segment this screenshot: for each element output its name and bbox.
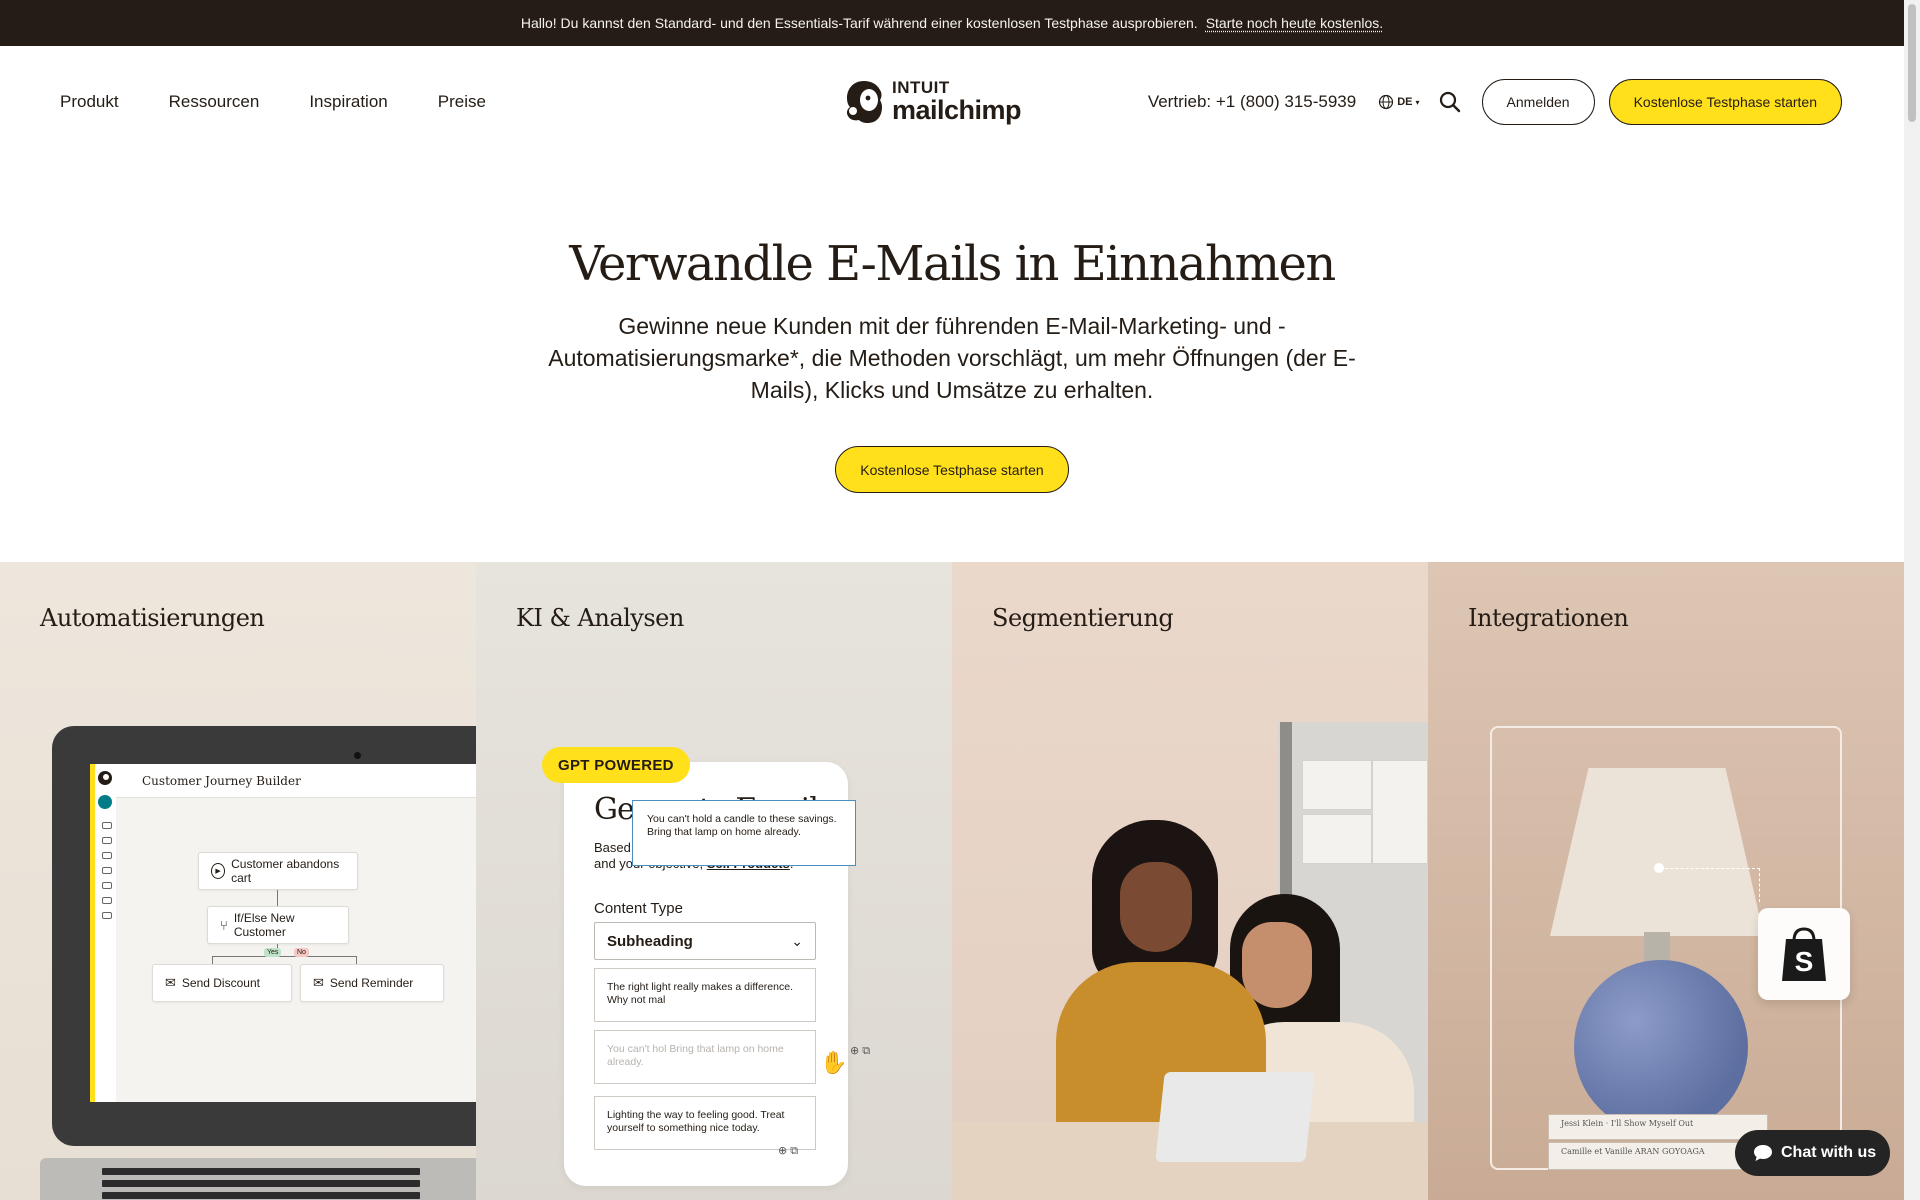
svg-text:S: S: [1795, 946, 1814, 977]
hand-cursor-icon: ✋: [820, 1050, 848, 1075]
gpt-powered-badge: GPT POWERED: [542, 747, 690, 783]
site-header: Produkt Ressourcen Inspiration Preise IN…: [0, 46, 1904, 158]
nav-item-ressourcen[interactable]: Ressourcen: [169, 92, 260, 112]
header-actions: Vertrieb: +1 (800) 315-5939 DE ▾ Anmelde…: [1148, 46, 1842, 158]
person-illustration: [1242, 922, 1312, 1008]
logo-mailchimp: mailchimp: [892, 94, 1022, 125]
chat-button[interactable]: Chat with us: [1735, 1130, 1891, 1176]
laptop-illustration: [1155, 1072, 1315, 1162]
suggestion-option: You can't hol Bring that lamp on home al…: [594, 1030, 816, 1084]
feature-tiles: Automatisierungen Customer Journey Build…: [0, 562, 1904, 1200]
connector-line: [1660, 868, 1760, 902]
tile-ki-analysen[interactable]: KI & Analysen Generate Email Based on yo…: [476, 562, 952, 1200]
send-reminder-label: Send Reminder: [329, 976, 414, 990]
connector-line: [356, 956, 357, 964]
hero-section: Verwandle E-Mails in Einnahmen Gewinne n…: [0, 158, 1904, 493]
journey-builder-screen: Customer Journey Builder ▶ Customer aban…: [90, 764, 476, 1102]
connector-line: [277, 890, 278, 906]
book-spine: Jessi Klein · I'll Show Myself Out: [1548, 1114, 1768, 1140]
nav-item-produkt[interactable]: Produkt: [60, 92, 119, 112]
pencil-icon: [98, 795, 112, 809]
journey-sidebar: [90, 764, 116, 1102]
condition-node: ⑂ If/Else New Customer: [207, 906, 349, 944]
language-code: DE: [1397, 96, 1413, 108]
laptop-camera: [354, 752, 361, 759]
envelope-icon: ✉: [313, 975, 324, 990]
lamp-illustration: [1574, 960, 1748, 1134]
suggestion-option: Lighting the way to feeling good. Treat …: [594, 1096, 816, 1150]
yes-pill: Yes: [264, 948, 282, 957]
shopify-bag-icon: S: [1782, 927, 1826, 981]
tile-title: Automatisierungen: [40, 604, 265, 632]
connector-line: [212, 956, 213, 964]
sidebar-icon: [102, 852, 112, 859]
nav-item-preise[interactable]: Preise: [438, 92, 486, 112]
popover-actions-icon: ⊕ ⧉: [850, 1045, 871, 1057]
globe-icon: [1379, 94, 1394, 110]
branch-icon: ⑂: [220, 917, 228, 933]
freddie-icon: [846, 81, 882, 123]
logo-intuit: INTUIT: [892, 77, 950, 97]
content-type-select: Subheading ⌄: [594, 922, 816, 960]
shopify-icon: S: [1758, 908, 1850, 1000]
person-illustration: [1120, 862, 1192, 952]
trigger-node: ▶ Customer abandons cart: [198, 852, 358, 890]
tile-segmentierung[interactable]: Segmentierung: [952, 562, 1428, 1200]
shelf-box: [1372, 760, 1428, 864]
sidebar-icon: [102, 837, 112, 844]
announcement-bar: Hallo! Du kannst den Standard- und den E…: [0, 0, 1904, 46]
login-button[interactable]: Anmelden: [1481, 79, 1595, 125]
search-icon[interactable]: [1438, 90, 1462, 114]
tile-automatisierungen[interactable]: Automatisierungen Customer Journey Build…: [0, 562, 476, 1200]
hero-subtitle: Gewinne neue Kunden mit der führenden E-…: [548, 313, 1356, 403]
mailchimp-logo[interactable]: INTUIT mailchimp: [842, 77, 1022, 125]
sidebar-icon: [102, 822, 112, 829]
announcement-text: Hallo! Du kannst den Standard- und den E…: [520, 15, 1198, 31]
connector-line: [212, 956, 356, 957]
chat-bubble-icon: [1754, 1145, 1772, 1161]
announcement-link[interactable]: Starte noch heute kostenlos.: [1206, 15, 1383, 31]
send-discount-label: Send Discount: [181, 976, 260, 990]
trigger-label: Customer abandons cart: [231, 857, 340, 885]
sidebar-icon: [102, 882, 112, 889]
send-reminder-node: ✉ Send Reminder: [300, 964, 444, 1002]
nav-item-inspiration[interactable]: Inspiration: [309, 92, 387, 112]
chevron-down-icon: ▾: [1415, 97, 1420, 107]
laptop-keyboard: [40, 1158, 476, 1200]
page-scrollbar[interactable]: [1904, 0, 1920, 1200]
laptop-illustration: Customer Journey Builder ▶ Customer aban…: [52, 726, 476, 1146]
condition-label: If/Else New Customer: [233, 911, 295, 939]
tile-integrationen[interactable]: Integrationen Jessi Klein · I'll Show My…: [1428, 562, 1904, 1200]
shelf-box: [1302, 760, 1372, 810]
logo-wordmark: INTUIT mailchimp: [892, 77, 1022, 125]
content-type-value: Subheading: [607, 932, 693, 950]
language-selector[interactable]: DE ▾: [1378, 94, 1420, 110]
chat-label: Chat with us: [1781, 1144, 1877, 1161]
envelope-icon: ✉: [165, 975, 176, 990]
tile-title: Integrationen: [1468, 604, 1629, 632]
hero-title: Verwandle E-Mails in Einnahmen: [569, 236, 1336, 292]
sidebar-icon: [102, 897, 112, 904]
scrollbar-thumb[interactable]: [1908, 4, 1916, 122]
hotspot-dot: [1654, 863, 1664, 873]
play-icon: ▶: [211, 863, 226, 879]
sidebar-icon: [102, 867, 112, 874]
main-nav: Produkt Ressourcen Inspiration Preise: [60, 46, 486, 158]
tile-title: KI & Analysen: [516, 604, 684, 632]
send-discount-node: ✉ Send Discount: [152, 964, 292, 1002]
no-pill: No: [294, 948, 309, 957]
start-trial-button[interactable]: Kostenlose Testphase starten: [1608, 79, 1842, 125]
suggestion-popover: You can't hold a candle to these savings…: [632, 800, 856, 866]
hero-cta-button[interactable]: Kostenlose Testphase starten: [835, 446, 1069, 493]
sales-phone[interactable]: Vertrieb: +1 (800) 315-5939: [1148, 92, 1356, 112]
freddie-icon: [98, 771, 112, 785]
journey-title: Customer Journey Builder: [142, 774, 301, 788]
sidebar-icon: [102, 912, 112, 919]
tile-title: Segmentierung: [992, 604, 1174, 632]
content-type-label: Content Type: [594, 900, 683, 917]
chevron-down-icon: ⌄: [791, 932, 803, 949]
option-actions-icon: ⊕ ⧉: [778, 1145, 799, 1157]
shelf-box: [1302, 814, 1372, 864]
suggestion-option: The right light really makes a differenc…: [594, 968, 816, 1022]
